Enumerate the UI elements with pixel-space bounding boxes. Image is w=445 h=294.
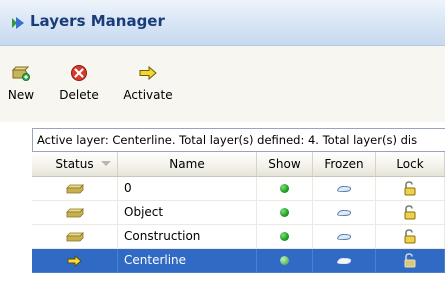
table-header: Status Name Show Frozen Lock [32, 152, 445, 177]
column-header-lock[interactable]: Lock [376, 152, 445, 176]
lock-cell[interactable] [376, 225, 445, 249]
show-cell[interactable] [257, 225, 313, 249]
lock-cell[interactable] [376, 249, 445, 273]
show-cell[interactable] [257, 201, 313, 225]
layer-name: Centerline [118, 249, 257, 273]
layers-table: Status Name Show Frozen Lock 0 Object Co… [32, 152, 445, 294]
thawed-icon [336, 185, 352, 192]
layer-name: Object [118, 201, 257, 225]
column-header-frozen[interactable]: Frozen [313, 152, 376, 176]
lock-cell[interactable] [376, 177, 445, 201]
column-header-show[interactable]: Show [257, 152, 313, 176]
delete-icon [71, 65, 87, 81]
visible-on-icon [280, 232, 289, 241]
layer-folder-icon [65, 183, 84, 193]
show-cell[interactable] [257, 177, 313, 201]
active-layer-arrow-icon [67, 254, 82, 267]
window-title: Layers Manager [30, 12, 165, 30]
unlocked-padlock-icon [404, 205, 416, 220]
thawed-icon [336, 257, 352, 264]
table-row[interactable]: 0 [32, 177, 445, 201]
column-header-status[interactable]: Status [32, 152, 118, 176]
layer-folder-icon [65, 207, 84, 217]
new-button[interactable]: New [7, 64, 35, 108]
frozen-cell[interactable] [313, 249, 376, 273]
layer-folder-icon [65, 231, 84, 241]
status-cell [32, 177, 118, 201]
visible-on-icon [280, 184, 289, 193]
delete-label: Delete [59, 88, 99, 102]
new-layer-icon [11, 66, 30, 81]
lock-cell[interactable] [376, 201, 445, 225]
status-header-label: Status [55, 157, 94, 171]
table-row[interactable]: Object [32, 201, 445, 225]
frozen-cell[interactable] [313, 201, 376, 225]
table-row-selected[interactable]: Centerline [32, 249, 445, 273]
toolbar: New Delete Activate [0, 46, 445, 122]
show-cell[interactable] [257, 249, 313, 273]
activate-arrow-icon [139, 65, 157, 81]
thawed-icon [336, 209, 352, 216]
table-row[interactable]: Construction [32, 225, 445, 249]
layers-app-icon [12, 17, 24, 29]
activate-label: Activate [123, 88, 173, 102]
visible-on-icon [280, 208, 289, 217]
title-bar: Layers Manager [0, 0, 445, 46]
status-info-bar: Active layer: Centerline. Total layer(s)… [32, 128, 445, 152]
column-header-name[interactable]: Name [118, 152, 257, 176]
status-cell [32, 249, 118, 273]
delete-button[interactable]: Delete [59, 64, 99, 108]
frozen-cell[interactable] [313, 225, 376, 249]
status-cell [32, 201, 118, 225]
unlocked-padlock-icon [404, 181, 416, 196]
new-label: New [7, 88, 35, 102]
activate-button[interactable]: Activate [119, 64, 177, 108]
layer-name: 0 [118, 177, 257, 201]
status-cell [32, 225, 118, 249]
unlocked-padlock-icon [404, 229, 416, 244]
layer-name: Construction [118, 225, 257, 249]
thawed-icon [336, 233, 352, 240]
visible-on-icon [280, 256, 289, 265]
frozen-cell[interactable] [313, 177, 376, 201]
sort-indicator-icon [101, 161, 111, 166]
unlocked-padlock-icon [404, 253, 416, 268]
